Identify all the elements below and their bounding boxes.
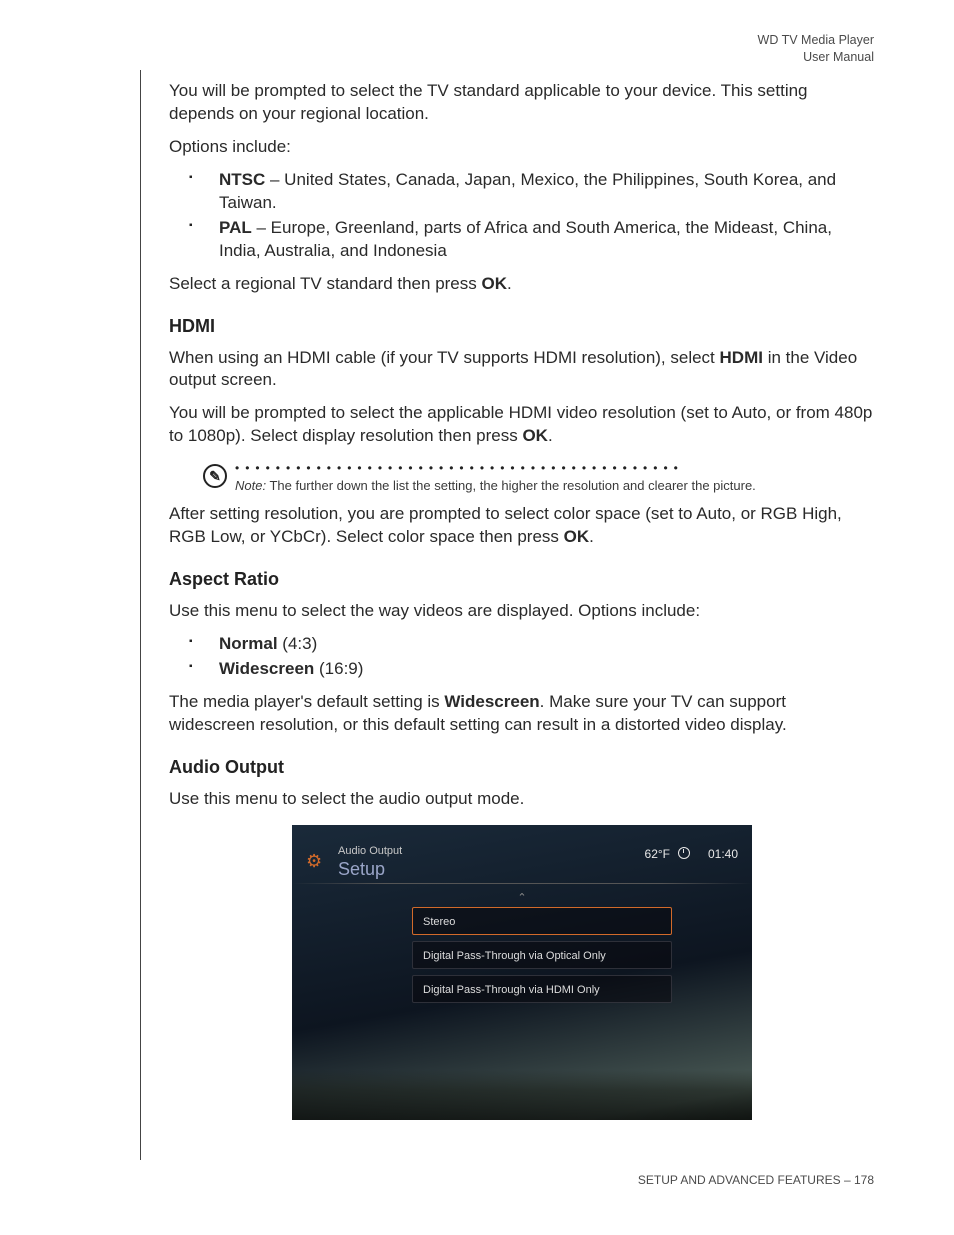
list-item: Widescreen (16:9): [185, 658, 875, 681]
option-name: PAL: [219, 218, 252, 237]
screenshot-title: Setup: [338, 859, 385, 880]
hdmi-p1: When using an HDMI cable (if your TV sup…: [169, 347, 875, 393]
list-item: PAL – Europe, Greenland, parts of Africa…: [185, 217, 875, 263]
hdmi-p3: After setting resolution, you are prompt…: [169, 503, 875, 549]
intro-p2: Options include:: [169, 136, 875, 159]
doc-title: WD TV Media Player: [758, 32, 874, 49]
audio-output-menu: Stereo Digital Pass-Through via Optical …: [412, 907, 672, 1009]
tv-standards-list: NTSC – United States, Canada, Japan, Mex…: [169, 169, 875, 263]
intro-p1: You will be prompted to select the TV st…: [169, 80, 875, 126]
note-divider: ••••••••••••••••••••••••••••••••••••••••…: [235, 462, 875, 474]
aspect-p1: Use this menu to select the way videos a…: [169, 600, 875, 623]
page-content: You will be prompted to select the TV st…: [140, 70, 875, 1160]
option-name: Normal: [219, 634, 278, 653]
screenshot-landscape: [292, 1070, 752, 1120]
page-footer: SETUP AND ADVANCED FEATURES – 178: [638, 1173, 874, 1187]
menu-item-hdmi[interactable]: Digital Pass-Through via HDMI Only: [412, 975, 672, 1003]
audio-heading: Audio Output: [169, 757, 875, 778]
clock-time: 01:40: [708, 847, 738, 861]
footer-section: SETUP AND ADVANCED FEATURES: [638, 1173, 841, 1187]
doc-header: WD TV Media Player User Manual: [758, 32, 874, 66]
page-number: 178: [854, 1173, 874, 1187]
doc-subtitle: User Manual: [758, 49, 874, 66]
option-desc: – United States, Canada, Japan, Mexico, …: [219, 170, 836, 212]
gear-icon: ⚙: [306, 851, 328, 873]
audio-p1: Use this menu to select the audio output…: [169, 788, 875, 811]
note-text: Note: The further down the list the sett…: [235, 478, 875, 493]
hdmi-p2: You will be prompted to select the appli…: [169, 402, 875, 448]
hdmi-heading: HDMI: [169, 316, 875, 337]
device-screenshot: ⚙ Audio Output Setup 62°F 01:40 ⌃ Stereo…: [292, 825, 752, 1120]
aspect-options-list: Normal (4:3) Widescreen (16:9): [169, 633, 875, 681]
aspect-heading: Aspect Ratio: [169, 569, 875, 590]
menu-item-stereo[interactable]: Stereo: [412, 907, 672, 935]
screenshot-breadcrumb: Audio Output: [338, 845, 402, 857]
screenshot-header: ⚙ Audio Output Setup 62°F 01:40: [292, 835, 752, 885]
menu-item-optical[interactable]: Digital Pass-Through via Optical Only: [412, 941, 672, 969]
note-block: ✎ ••••••••••••••••••••••••••••••••••••••…: [203, 462, 875, 493]
list-item: Normal (4:3): [185, 633, 875, 656]
option-desc: – Europe, Greenland, parts of Africa and…: [219, 218, 832, 260]
chevron-up-icon: ⌃: [517, 891, 526, 904]
note-icon: ✎: [203, 464, 227, 488]
aspect-p2: The media player's default setting is Wi…: [169, 691, 875, 737]
option-desc: (4:3): [278, 634, 318, 653]
temperature: 62°F: [645, 847, 670, 861]
clock-icon: [678, 847, 690, 859]
list-item: NTSC – United States, Canada, Japan, Mex…: [185, 169, 875, 215]
screenshot-divider: [292, 883, 752, 884]
option-name: Widescreen: [219, 659, 314, 678]
option-name: NTSC: [219, 170, 265, 189]
select-region: Select a regional TV standard then press…: [169, 273, 875, 296]
option-desc: (16:9): [314, 659, 363, 678]
